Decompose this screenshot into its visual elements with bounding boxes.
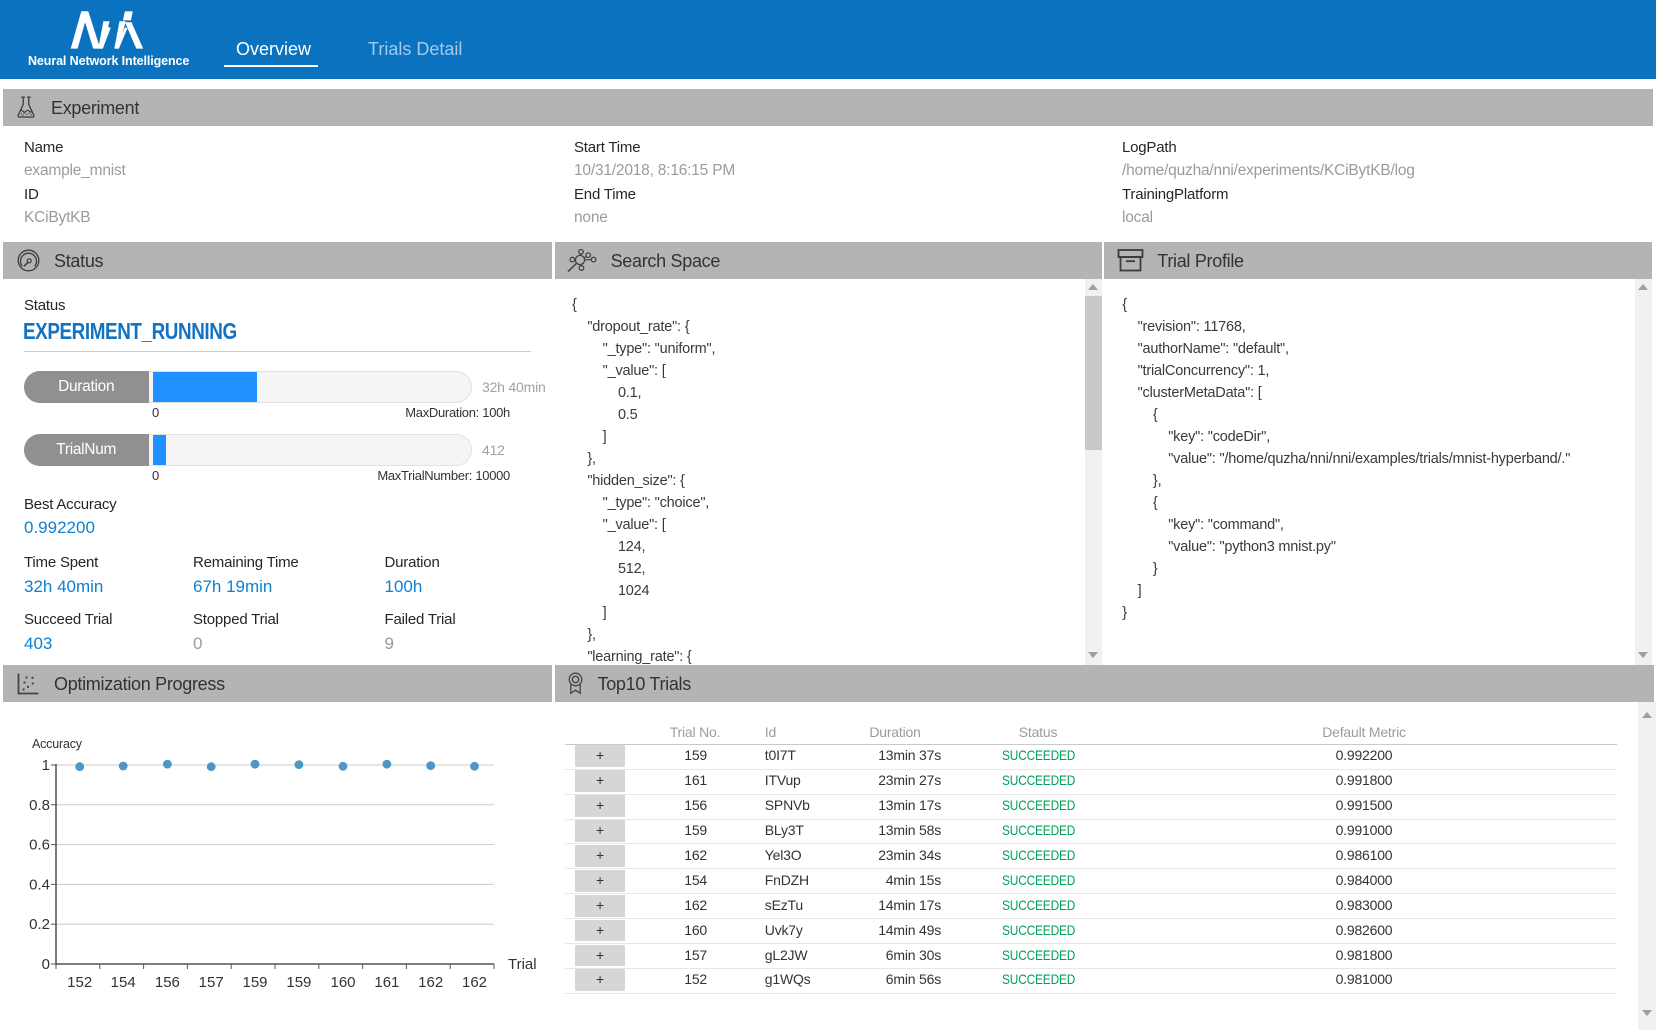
svg-text:0.6: 0.6 [29,837,50,854]
svg-text:161: 161 [374,974,399,991]
svg-text:157: 157 [199,974,224,991]
svg-text:1: 1 [42,757,50,774]
svg-text:152: 152 [67,974,92,991]
svg-text:0.8: 0.8 [29,797,50,814]
svg-text:0: 0 [42,956,50,973]
svg-text:162: 162 [462,974,487,991]
svg-text:159: 159 [286,974,311,991]
svg-text:154: 154 [111,974,136,991]
svg-text:162: 162 [418,974,443,991]
svg-text:160: 160 [330,974,355,991]
svg-text:Accuracy: Accuracy [32,737,83,751]
svg-text:156: 156 [155,974,180,991]
svg-text:159: 159 [242,974,267,991]
svg-text:Trial: Trial [508,956,537,973]
svg-text:0.4: 0.4 [29,876,50,893]
svg-text:0.2: 0.2 [29,916,50,933]
